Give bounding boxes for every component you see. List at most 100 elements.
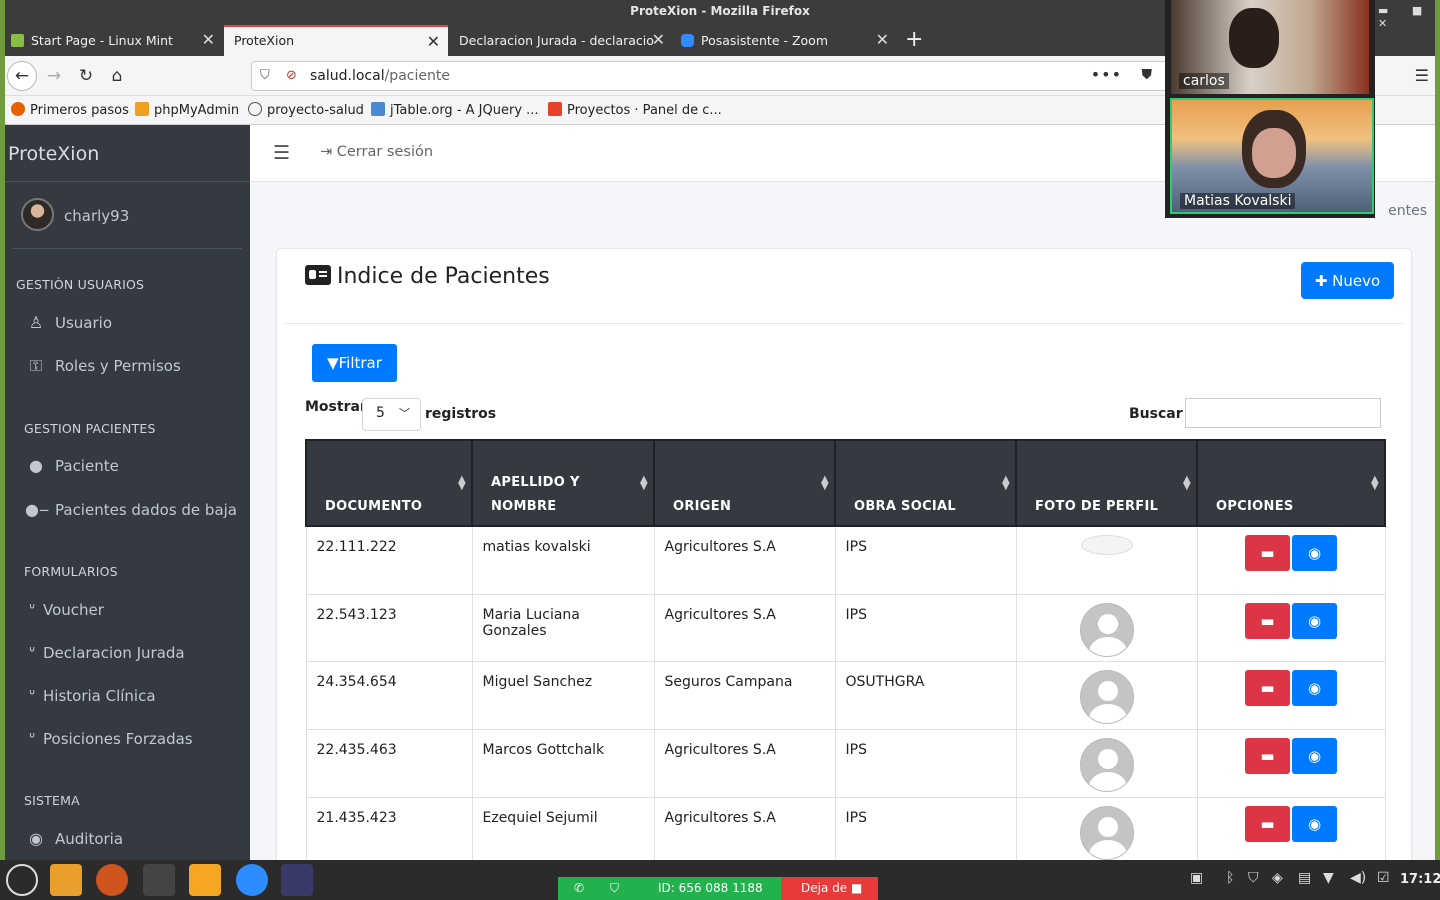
deactivate-patient-button[interactable]: ▬: [1245, 669, 1290, 706]
reload-button[interactable]: ↻: [73, 63, 99, 89]
participant-silhouette: [1229, 8, 1279, 68]
stethoscope-icon: ᐡ: [28, 600, 36, 619]
sidebar-item-pacientes-baja[interactable]: ●‒ Pacientes dados de baja: [25, 500, 237, 519]
folder-icon[interactable]: [189, 864, 221, 896]
deactivate-patient-button[interactable]: ▬: [1245, 737, 1290, 774]
url-bar[interactable]: ⛉ ⊘ salud.local/paciente ••• ⛊: [251, 61, 1171, 91]
tab-start-page[interactable]: Start Page - Linux Mint ✕: [5, 25, 223, 56]
view-patient-button[interactable]: ◉: [1292, 669, 1337, 706]
insecure-lock-icon[interactable]: ⊘: [286, 68, 297, 83]
bookmark-primeros-pasos[interactable]: Primeros pasos: [11, 102, 129, 118]
back-button[interactable]: ←: [7, 61, 37, 91]
home-button[interactable]: ⌂: [104, 63, 130, 89]
tab-declaracion-jurada[interactable]: Declaracion Jurada - declaracio ✕: [449, 25, 673, 56]
sort-icon[interactable]: ▲ ▼: [1002, 475, 1010, 492]
breadcrumb[interactable]: entes: [1388, 203, 1427, 219]
forward-button[interactable]: →: [41, 63, 67, 89]
share-status[interactable]: ✆ ⛉ ID: 656 088 1188: [558, 877, 781, 900]
close-icon[interactable]: ✕: [202, 30, 215, 49]
username[interactable]: charly93: [64, 207, 129, 225]
view-patient-button[interactable]: ◉: [1292, 805, 1337, 842]
clipboard-icon[interactable]: ☑: [1377, 870, 1390, 886]
presentation-icon[interactable]: [50, 864, 82, 896]
participant-video-matias[interactable]: Matias Kovalski: [1170, 98, 1374, 214]
bookmark-jtable[interactable]: jTable.org - A JQuery ...: [371, 102, 539, 118]
tray-zoom-icon[interactable]: ▣: [1190, 870, 1203, 886]
deactivate-patient-button[interactable]: ▬: [1245, 602, 1290, 639]
url-text[interactable]: salud.local/paciente: [310, 68, 450, 84]
close-icon[interactable]: ✕: [652, 30, 665, 49]
column-header-opciones[interactable]: OPCIONES ▲ ▼: [1196, 439, 1386, 527]
shield-icon[interactable]: ⛉: [260, 68, 270, 83]
sidebar-item-auditoria[interactable]: ◉ Auditoria: [25, 829, 123, 848]
sidebar-item-historia-clinica[interactable]: ᐡ Historia Clínica: [25, 686, 156, 705]
column-header-nombre[interactable]: APELLIDO Y NOMBRE ▲ ▼: [471, 439, 655, 527]
view-patient-button[interactable]: ◉: [1292, 737, 1337, 774]
column-header-origen[interactable]: ORIGEN ▲ ▼: [653, 439, 836, 527]
brand-link[interactable]: ProteXion: [5, 125, 250, 182]
hamburger-icon[interactable]: ☰: [273, 142, 290, 164]
table-row: 22.111.222 matias kovalski Agricultores …: [305, 525, 1386, 595]
sidebar-item-roles[interactable]: ⚿ Roles y Permisos: [25, 356, 181, 376]
view-patient-button[interactable]: ◉: [1292, 535, 1337, 571]
bluetooth-icon[interactable]: ᛒ: [1226, 870, 1234, 886]
sort-icon[interactable]: ▲ ▼: [640, 475, 648, 492]
sign-out-icon: ⇥: [320, 144, 337, 160]
bookmark-phpmyadmin[interactable]: phpMyAdmin: [135, 102, 239, 118]
column-header-documento[interactable]: DOCUMENTO ▲ ▼: [305, 439, 473, 527]
volume-icon[interactable]: ◀): [1350, 870, 1366, 886]
default-avatar-icon: [1079, 805, 1134, 860]
firefox-icon[interactable]: [96, 864, 128, 896]
column-header-foto[interactable]: FOTO DE PERFIL ▲ ▼: [1015, 439, 1198, 527]
zoom-video-panel[interactable]: carlos Matias Kovalski: [1165, 0, 1375, 218]
mint-menu-icon[interactable]: [6, 864, 38, 896]
cell-obra-social: IPS: [834, 593, 1017, 662]
deactivate-patient-button[interactable]: ▬: [1245, 805, 1290, 842]
view-patient-button[interactable]: ◉: [1292, 602, 1337, 639]
sidebar-item-voucher[interactable]: ᐡ Voucher: [25, 600, 104, 619]
stop-share-button[interactable]: Deja de ■: [781, 877, 878, 900]
zoom-window-controls[interactable]: ▬ ■ ✕: [1378, 4, 1440, 30]
sort-icon[interactable]: ▲ ▼: [821, 475, 829, 492]
sort-icon[interactable]: ▲ ▼: [1371, 475, 1379, 492]
search-input[interactable]: [1185, 398, 1381, 428]
wifi-icon[interactable]: ▼: [1323, 870, 1334, 886]
logout-link[interactable]: ⇥ Cerrar sesión: [320, 144, 433, 160]
user-panel[interactable]: charly93: [13, 182, 242, 249]
tab-zoom[interactable]: Posasistente - Zoom ✕: [675, 25, 897, 56]
cell-nombre: Marcos Gottchalk: [471, 728, 655, 798]
zoom-icon[interactable]: [236, 864, 268, 896]
participant-face: [1252, 128, 1296, 178]
shield-icon[interactable]: ⛉: [1248, 870, 1259, 886]
new-tab-button[interactable]: +: [905, 27, 923, 52]
sidebar-item-paciente[interactable]: ● Paciente: [25, 456, 119, 475]
page-length-select[interactable]: 5 ﹀: [362, 398, 421, 431]
nvidia-icon[interactable]: ◈: [1272, 870, 1283, 886]
participant-name: Matias Kovalski: [1180, 193, 1296, 209]
bookmark-proyectos[interactable]: Proyectos · Panel de c...: [548, 102, 722, 118]
page-actions-icon[interactable]: •••: [1091, 65, 1122, 84]
sidebar-item-declaracion-jurada[interactable]: ᐡ Declaracion Jurada: [25, 643, 185, 662]
menu-icon[interactable]: ☰: [1415, 66, 1429, 85]
tab-protexion[interactable]: ProteXion ✕: [224, 25, 448, 56]
sort-icon[interactable]: ▲ ▼: [458, 475, 466, 492]
cell-foto: [1015, 728, 1198, 798]
terminal-icon[interactable]: [143, 864, 175, 896]
pocket-icon[interactable]: ⛊: [1142, 67, 1153, 83]
close-icon[interactable]: ✕: [427, 32, 440, 51]
vscode-icon[interactable]: [281, 864, 313, 896]
cell-nombre: Ezequiel Sejumil: [471, 796, 655, 866]
sidebar-item-posiciones-forzadas[interactable]: ᐡ Posiciones Forzadas: [25, 729, 193, 748]
sidebar-item-usuario[interactable]: ♙ Usuario: [25, 313, 112, 332]
column-header-obra-social[interactable]: OBRA SOCIAL ▲ ▼: [834, 439, 1017, 527]
new-patient-button[interactable]: ✚ Nuevo: [1301, 262, 1394, 299]
clock[interactable]: 17:12: [1400, 872, 1440, 887]
monitor-icon[interactable]: ▤: [1298, 870, 1311, 886]
filter-button[interactable]: ▼Filtrar: [312, 344, 397, 382]
sort-icon[interactable]: ▲ ▼: [1183, 475, 1191, 492]
bookmark-proyecto-salud[interactable]: proyecto-salud: [248, 102, 364, 118]
close-icon[interactable]: ✕: [876, 30, 889, 49]
participant-video-carlos[interactable]: carlos: [1171, 0, 1369, 94]
shield-icon: ⛉: [610, 881, 620, 895]
deactivate-patient-button[interactable]: ▬: [1245, 535, 1290, 571]
